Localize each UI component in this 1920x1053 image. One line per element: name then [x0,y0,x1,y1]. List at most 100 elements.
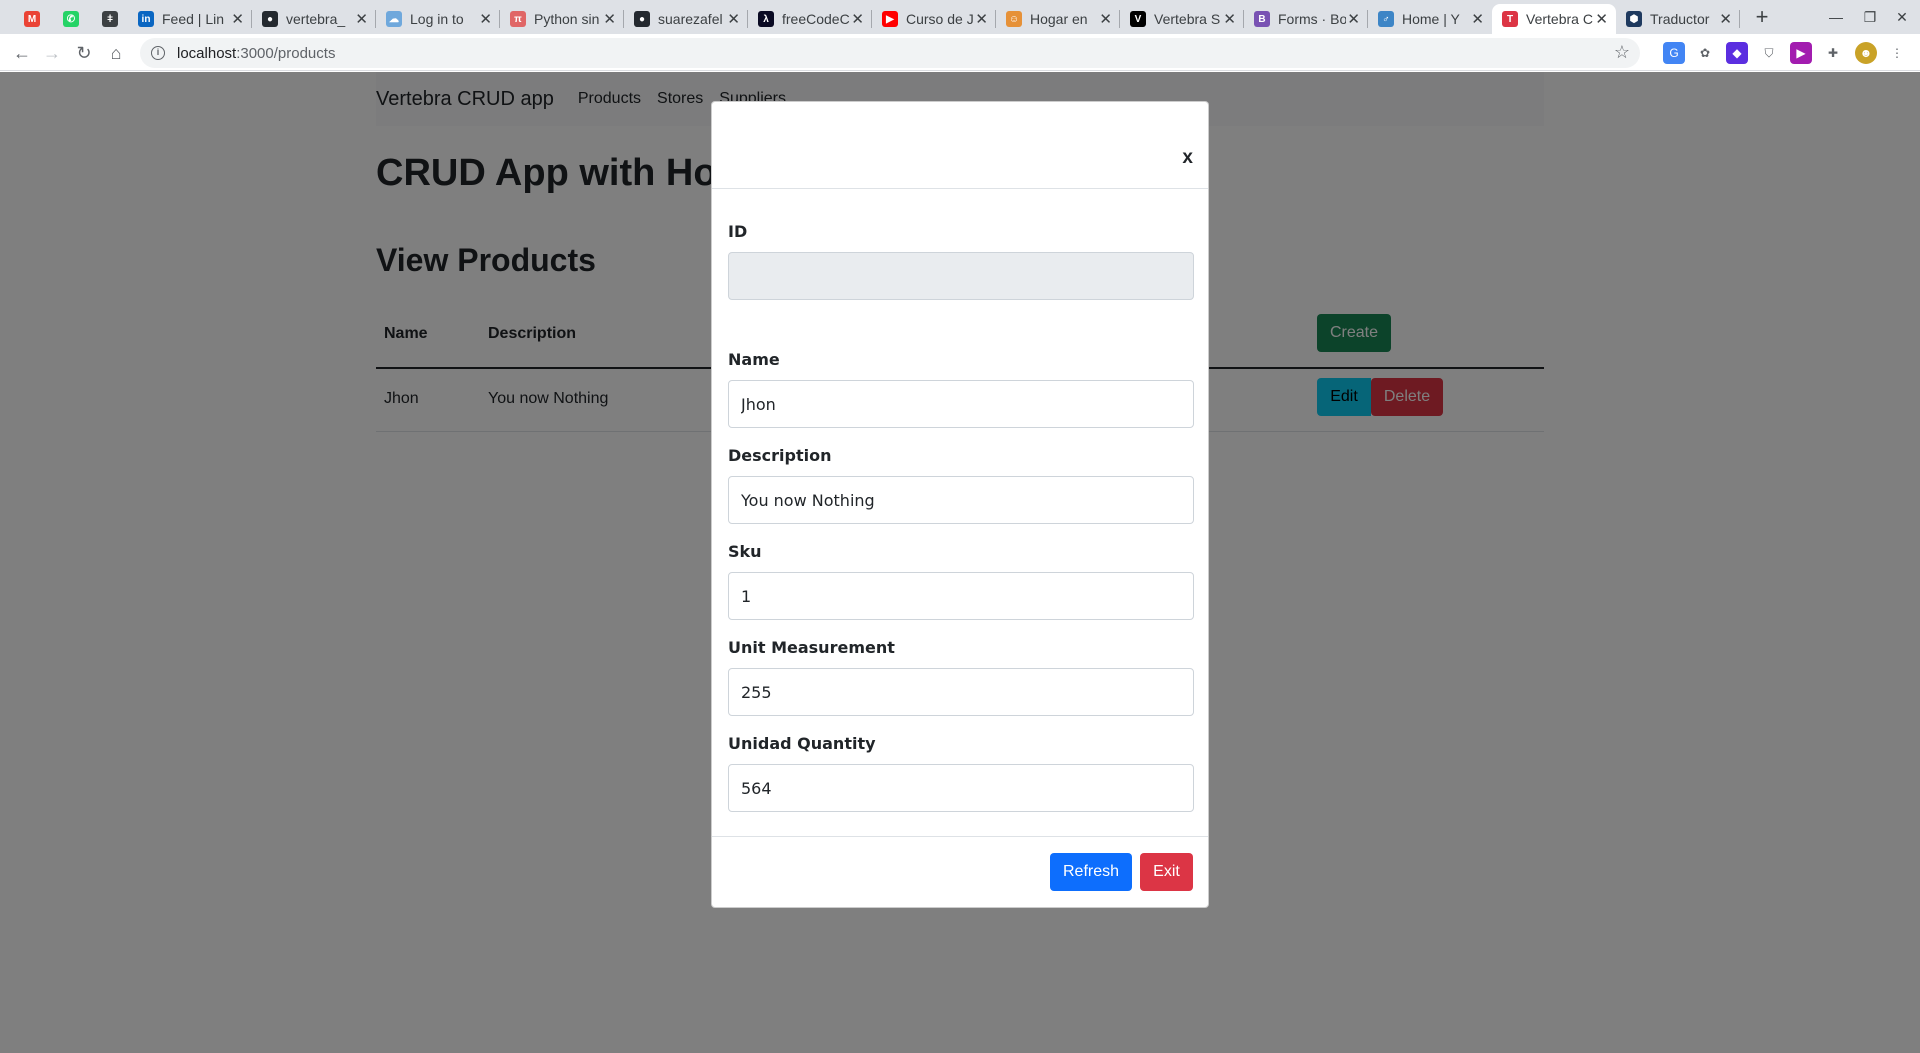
name-label: Name [728,350,780,369]
home-app-icon: ☺ [1006,11,1022,27]
browser-tab[interactable]: M [14,4,48,34]
vertebra-crud-icon: T [1502,11,1518,27]
description-label: Description [728,446,832,465]
reload-icon[interactable]: ↻ [70,39,98,67]
python-icon: π [510,11,526,27]
browser-tab[interactable]: ♂ Home | Y ✕ [1368,4,1492,34]
id-field-group: ID [728,222,1194,300]
unit-measurement-field-group: Unit Measurement [728,638,1194,716]
browser-tab[interactable]: ǂ [92,4,126,34]
tab-close-icon[interactable]: ✕ [727,10,740,28]
restore-icon[interactable]: ❐ [1856,4,1884,30]
tab-title: vertebra_ [286,11,346,27]
menu-kebab-icon[interactable]: ⋮ [1886,42,1908,64]
github-icon: ● [634,11,650,27]
bolt-icon: ǂ [102,11,118,27]
forward-icon[interactable]: → [38,39,66,67]
tab-close-icon[interactable]: ✕ [231,10,244,28]
tab-title: Traductor [1650,11,1710,27]
unidad-quantity-label: Unidad Quantity [728,734,876,753]
tab-close-icon[interactable]: ✕ [603,10,616,28]
refresh-button[interactable]: Refresh [1050,853,1132,891]
browser-tab[interactable]: B Forms · Bo ✕ [1244,4,1368,34]
browser-tab[interactable]: ▶ Curso de J ✕ [872,4,996,34]
browser-tab[interactable]: π Python sin ✕ [500,4,624,34]
tab-title: freeCodeC [782,11,850,27]
tab-close-icon[interactable]: ✕ [479,10,492,28]
tab-close-icon[interactable]: ✕ [1347,10,1360,28]
url-text: localhost:3000/products [177,44,336,62]
tab-close-icon[interactable]: ✕ [1719,10,1732,28]
tab-title: Curso de J [906,11,974,27]
unidad-quantity-field[interactable] [728,764,1194,812]
tab-title: suarezafel [658,11,723,27]
tab-close-icon[interactable]: ✕ [1099,10,1112,28]
tab-title: Vertebra S [1154,11,1221,27]
tab-title: Feed | Lin [162,11,225,27]
site-info-icon[interactable]: i [151,46,165,60]
back-icon[interactable]: ← [8,39,36,67]
browser-tab[interactable]: ● suarezafel ✕ [624,4,748,34]
bug-extension-icon[interactable]: ✿ [1694,42,1716,64]
minimize-icon[interactable]: — [1822,4,1850,30]
browser-tab[interactable]: in Feed | Lin ✕ [128,4,252,34]
tab-title: Forms · Bo [1278,11,1346,27]
close-window-icon[interactable]: ✕ [1888,4,1916,30]
name-field[interactable] [728,380,1194,428]
tab-close-icon[interactable]: ✕ [1471,10,1484,28]
browser-tab[interactable]: ☺ Hogar en ✕ [996,4,1120,34]
description-field[interactable] [728,476,1194,524]
browser-tab[interactable]: λ freeCodeC ✕ [748,4,872,34]
browser-tab[interactable]: ☁ Log in to ✕ [376,4,500,34]
new-tab-button[interactable]: + [1748,4,1776,32]
modal-header: x [712,102,1208,189]
tab-close-icon[interactable]: ✕ [851,10,864,28]
vertebra-icon: V [1130,11,1146,27]
bookmark-star-icon[interactable]: ☆ [1614,42,1630,63]
tab-close-icon[interactable]: ✕ [1595,10,1608,28]
unit-measurement-label: Unit Measurement [728,638,895,657]
browser-toolbar: ← → ↻ ⌂ i localhost:3000/products ☆ G ✿ … [0,34,1920,71]
media-extension-icon[interactable]: ▶ [1790,42,1812,64]
sku-field[interactable] [728,572,1194,620]
tab-title: Vertebra C [1526,11,1593,27]
address-bar[interactable]: i localhost:3000/products ☆ [140,38,1640,68]
exit-button[interactable]: Exit [1140,853,1193,891]
github-icon: ● [262,11,278,27]
tab-close-icon[interactable]: ✕ [355,10,368,28]
youtube-icon: ▶ [882,11,898,27]
cloud-icon: ☁ [386,11,402,27]
extension-badge-icon[interactable]: ◆ [1726,42,1748,64]
close-icon[interactable]: x [1182,147,1193,169]
tab-close-icon[interactable]: ✕ [1223,10,1236,28]
freecodecamp-icon: λ [758,11,774,27]
tab-close-icon[interactable]: ✕ [975,10,988,28]
bootstrap-icon: B [1254,11,1270,27]
gmail-icon: M [24,11,40,27]
id-field[interactable] [728,252,1194,300]
description-field-group: Description [728,446,1194,524]
tab-title: Python sin [534,11,600,27]
translator-icon: ⬢ [1626,11,1642,27]
edit-product-modal: x ID Name Description Sku Unit Measureme… [711,101,1209,908]
whatsapp-icon: ✆ [63,11,79,27]
browser-tab[interactable]: ✆ [53,4,87,34]
id-label: ID [728,222,748,241]
browser-tab[interactable]: ⬢ Traductor ✕ [1616,4,1740,34]
y-icon: ♂ [1378,11,1394,27]
browser-tab[interactable]: T Vertebra C ✕ [1492,4,1616,34]
tab-title: Home | Y [1402,11,1460,27]
pocket-icon[interactable]: ⛉ [1758,42,1780,64]
unidad-quantity-field-group: Unidad Quantity [728,734,1194,812]
home-icon[interactable]: ⌂ [102,39,130,67]
extensions-puzzle-icon[interactable]: ✚ [1822,42,1844,64]
browser-tab[interactable]: ● vertebra_ ✕ [252,4,376,34]
translate-extension-icon[interactable]: G [1663,42,1685,64]
tab-strip: M ✆ ǂ in Feed | Lin ✕ ● vertebra_ ✕ ☁ Log in to ✕ π P… [0,0,1920,34]
browser-tab[interactable]: V Vertebra S ✕ [1120,4,1244,34]
profile-avatar[interactable]: ☻ [1855,42,1877,64]
unit-measurement-field[interactable] [728,668,1194,716]
name-field-group: Name [728,350,1194,428]
modal-footer: Refresh Exit [712,836,1208,907]
tab-title: Log in to [410,11,464,27]
